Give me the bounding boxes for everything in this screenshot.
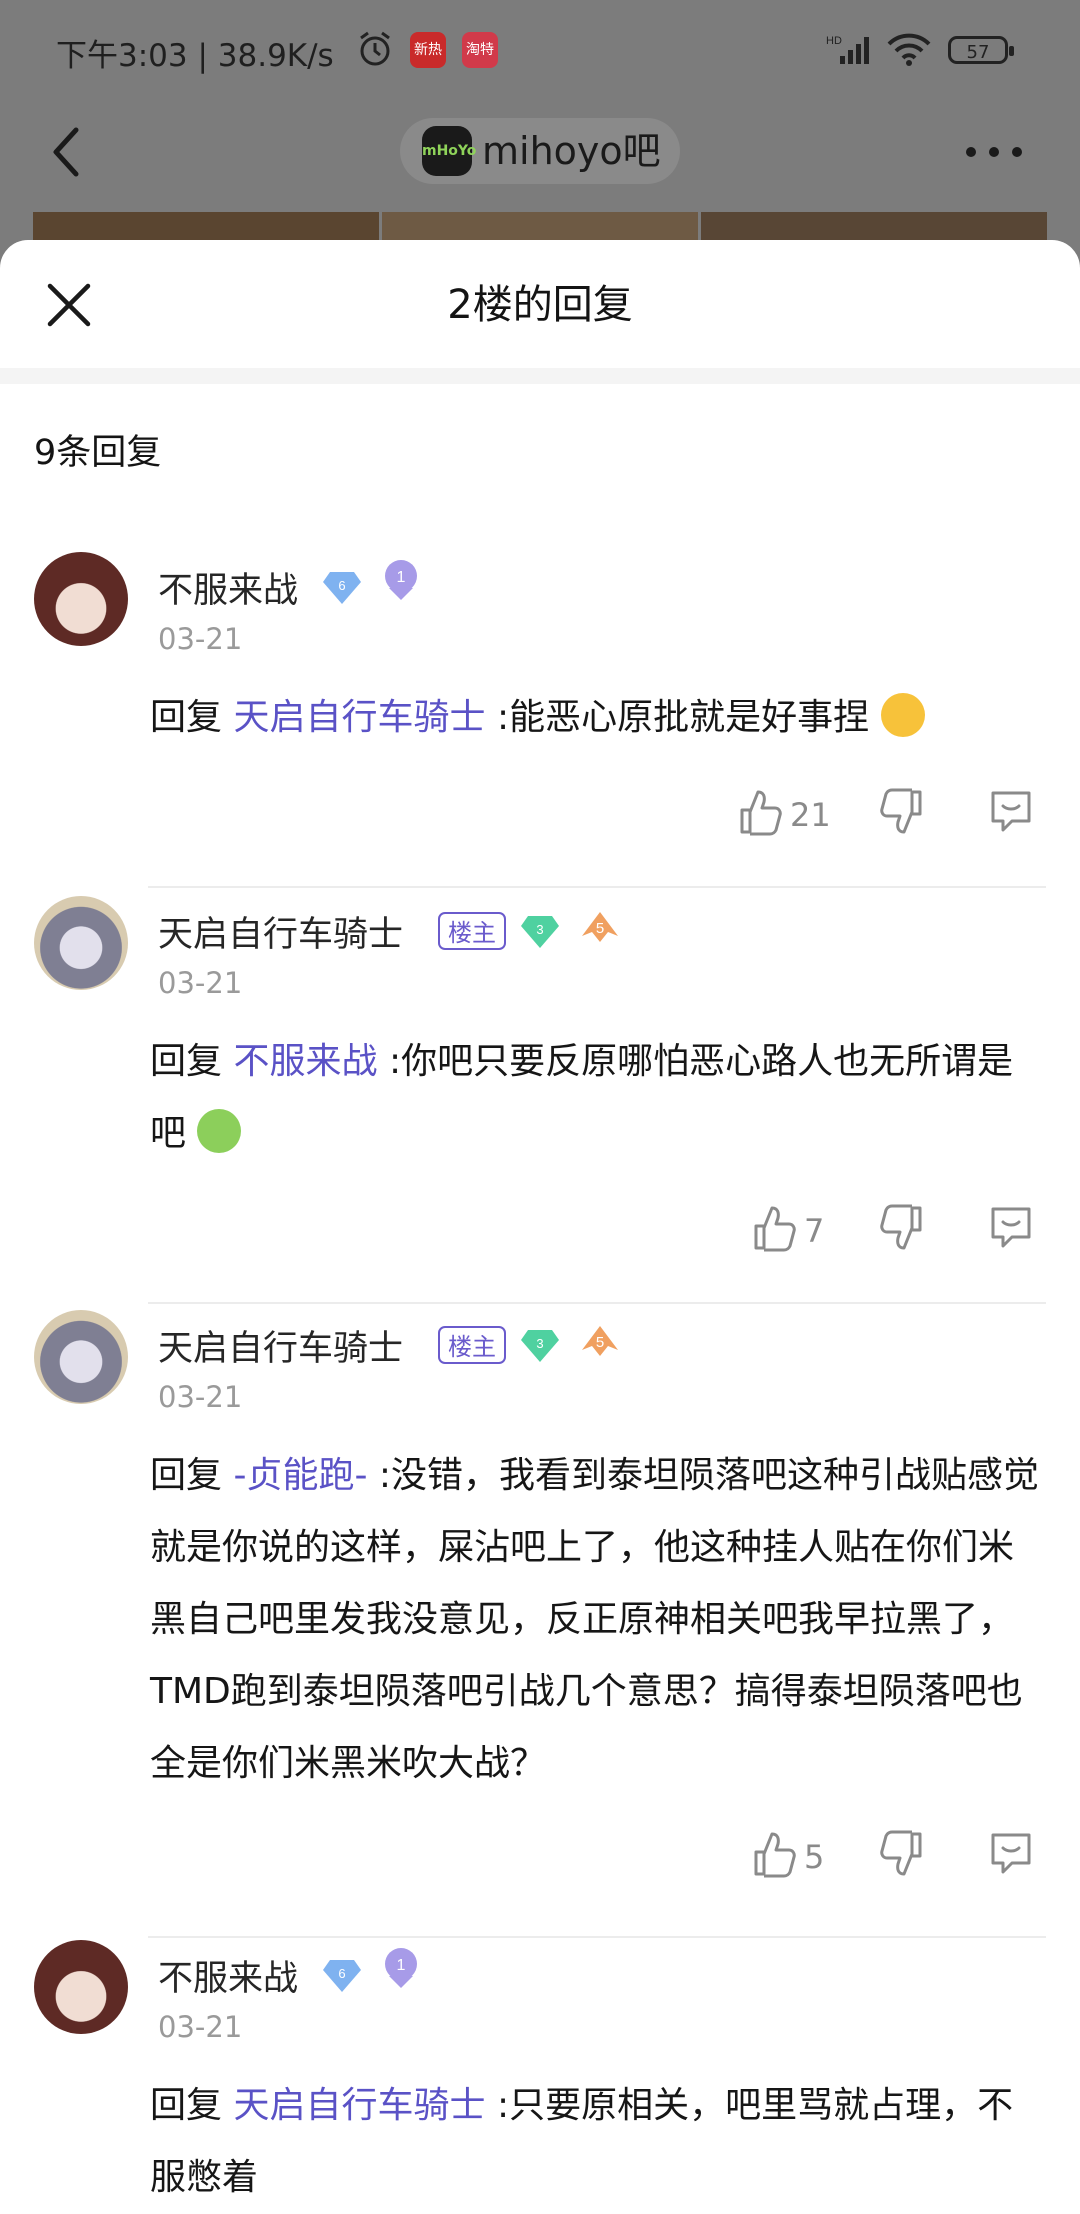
dislike-icon[interactable] (880, 788, 924, 840)
signal-icon: HD (826, 32, 876, 70)
svg-text:HD: HD (826, 35, 842, 47)
gem-level-badge: 3 (520, 1328, 560, 1368)
reply-item: 不服来战 6 1 03-21 回复 天启自行车骑士 :只要原相关，吧里骂就占理，… (0, 1940, 1080, 2198)
reply-count: 9条回复 (34, 433, 162, 473)
username[interactable]: 不服来战 (158, 562, 298, 613)
reply-text: :没错，我看到泰坦陨落吧这种引战贴感觉就是你说的这样，屎沾吧上了，他这种挂人贴在… (150, 1455, 1040, 1784)
reply-actions: 7 (0, 1204, 1080, 1264)
top-nav: mHoYo mihoyo吧 (0, 104, 1080, 214)
svg-text:1: 1 (397, 1957, 406, 1974)
reply-actions: 5 (0, 1830, 1080, 1890)
svg-text:6: 6 (338, 1966, 345, 1981)
sheet-title: 2楼的回复 (447, 282, 633, 328)
mention-link[interactable]: 天启自行车骑士 (233, 697, 485, 738)
svg-text:5: 5 (596, 1334, 604, 1351)
user-level-badge: 5 (578, 1320, 622, 1364)
reply-item: 天启自行车骑士 楼主 3 5 03-21 回复 -贞能跑- :没错，我看到泰坦陨… (0, 1310, 1080, 1950)
status-bar: 下午3:03 | 38.9K/s 新热 淘特 HD 57 (0, 0, 1080, 104)
dislike-icon[interactable] (880, 1830, 924, 1882)
gem-level-badge: 6 (322, 1958, 362, 1998)
reply-item: 天启自行车骑士 楼主 3 5 03-21 回复 不服来战 :你吧只要反原哪怕恶心… (0, 896, 1080, 1316)
reply-prefix: 回复 (150, 1455, 223, 1496)
svg-text:1: 1 (397, 569, 406, 586)
post-date: 03-21 (158, 622, 243, 656)
reply-content: 回复 不服来战 :你吧只要反原哪怕恶心路人也无所谓是吧 (150, 1026, 1040, 1170)
username[interactable]: 天启自行车骑士 (158, 1320, 403, 1371)
yum-emoji-icon (880, 693, 925, 737)
back-arrow-icon[interactable] (46, 122, 86, 182)
avatar[interactable] (34, 896, 128, 990)
svg-text:5: 5 (596, 920, 604, 937)
reply-content: 回复 天启自行车骑士 :只要原相关，吧里骂就占理，不服憋着 (150, 2070, 1040, 2214)
svg-text:6: 6 (338, 578, 345, 593)
app-notification-icon: 新热 (410, 32, 446, 68)
user-level-badge: 5 (578, 906, 622, 950)
forum-title[interactable]: mihoyo吧 (482, 126, 661, 176)
reply-prefix: 回复 (150, 1041, 223, 1082)
user-level-badge: 1 (380, 1946, 422, 1994)
reply-prefix: 回复 (150, 2085, 223, 2126)
item-divider (148, 886, 1046, 888)
like-count: 21 (790, 796, 831, 834)
mention-link[interactable]: 不服来战 (233, 1041, 377, 1082)
forum-logo: mHoYo (422, 126, 476, 176)
wifi-icon (886, 32, 932, 70)
reply-text: :能恶心原批就是好事捏 (496, 697, 870, 738)
like-icon[interactable] (738, 788, 782, 840)
gem-level-badge: 6 (322, 570, 362, 610)
svg-text:3: 3 (536, 922, 543, 937)
gem-level-badge: 3 (520, 914, 560, 954)
like-count: 7 (804, 1212, 825, 1250)
mention-link[interactable]: 天启自行车骑士 (233, 2085, 485, 2126)
alarm-icon (356, 30, 394, 72)
reply-prefix: 回复 (150, 697, 223, 738)
like-icon[interactable] (752, 1830, 796, 1882)
reply-icon[interactable] (988, 1830, 1034, 1880)
username[interactable]: 天启自行车骑士 (158, 906, 403, 957)
avatar[interactable] (34, 1940, 128, 2034)
avatar[interactable] (34, 552, 128, 646)
avatar[interactable] (34, 1310, 128, 1404)
reply-icon[interactable] (988, 788, 1034, 838)
dislike-icon[interactable] (880, 1204, 924, 1256)
thread-owner-badge: 楼主 (438, 912, 506, 950)
item-divider (148, 1302, 1046, 1304)
like-icon[interactable] (752, 1204, 796, 1256)
battery-indicator: 57 (948, 36, 1014, 64)
reply-content: 回复 -贞能跑- :没错，我看到泰坦陨落吧这种引战贴感觉就是你说的这样，屎沾吧上… (150, 1440, 1040, 1800)
username[interactable]: 不服来战 (158, 1950, 298, 2001)
post-date: 03-21 (158, 2010, 243, 2044)
reply-content: 回复 天启自行车骑士 :能恶心原批就是好事捏 (150, 682, 1040, 754)
like-count: 5 (804, 1838, 825, 1876)
thread-owner-badge: 楼主 (438, 1326, 506, 1364)
app-notification-icon-2: 淘特 (462, 32, 498, 68)
mention-link[interactable]: -贞能跑- (233, 1455, 367, 1496)
post-date: 03-21 (158, 1380, 243, 1414)
item-divider (148, 1936, 1046, 1938)
replies-sheet: 2楼的回复 9条回复 不服来战 6 1 03-21 回复 天启自行车骑士 :能恶… (0, 240, 1080, 2198)
sick-emoji-icon (197, 1109, 242, 1153)
reply-icon[interactable] (988, 1204, 1034, 1254)
user-level-badge: 1 (380, 558, 422, 606)
post-date: 03-21 (158, 966, 243, 1000)
reply-actions: 21 (0, 788, 1080, 848)
section-divider (0, 368, 1080, 384)
status-time: 下午3:03 | 38.9K/s (56, 38, 334, 74)
svg-text:3: 3 (536, 1336, 543, 1351)
more-options-icon[interactable] (964, 144, 1024, 163)
